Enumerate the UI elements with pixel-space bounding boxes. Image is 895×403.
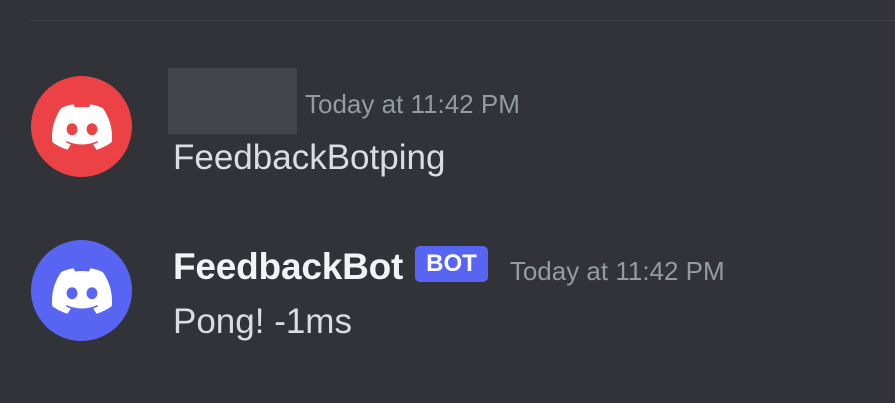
discord-logo-icon — [51, 103, 112, 150]
discord-logo-icon — [51, 267, 112, 314]
bot-tag-badge: BOT — [415, 246, 488, 282]
message-divider — [30, 20, 895, 21]
message-header: Today at 11:42 PM — [168, 67, 520, 134]
message-content: FeedbackBotping — [173, 138, 446, 177]
timestamp[interactable]: Today at 11:42 PM — [305, 89, 520, 120]
timestamp[interactable]: Today at 11:42 PM — [510, 256, 725, 287]
username[interactable]: FeedbackBot — [173, 246, 403, 288]
avatar[interactable] — [31, 240, 132, 341]
message-content: Pong! -1ms — [173, 302, 352, 341]
message-header: FeedbackBot BOT Today at 11:42 PM — [173, 234, 725, 300]
avatar[interactable] — [31, 76, 132, 177]
redacted-username — [168, 67, 297, 134]
